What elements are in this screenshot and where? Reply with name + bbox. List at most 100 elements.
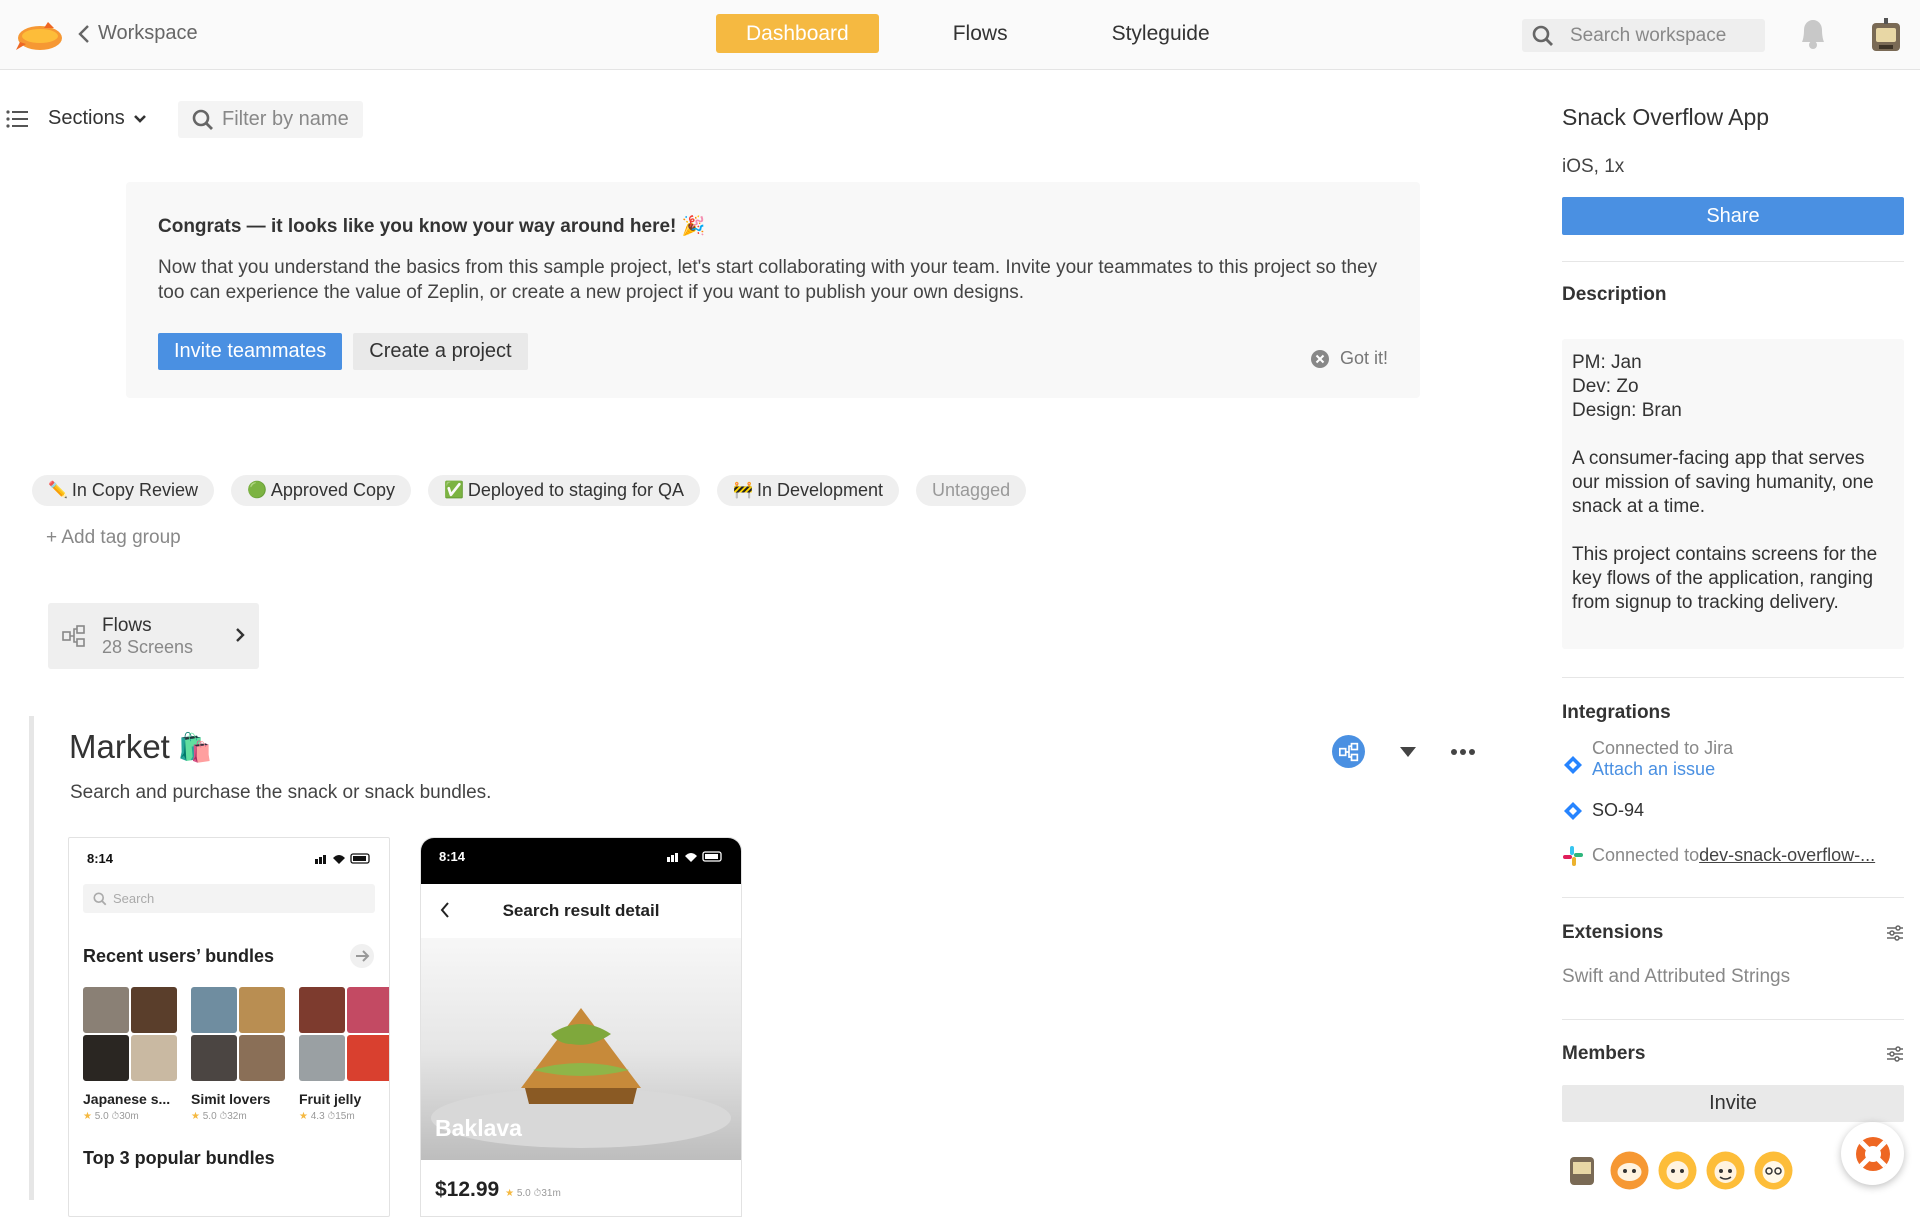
back-to-workspace[interactable]: Workspace <box>78 22 198 45</box>
status-time: 8:14 <box>439 848 466 864</box>
member-avatars <box>1562 1151 1793 1190</box>
flow-diagram-icon <box>1338 742 1358 761</box>
bundle-photo <box>131 987 177 1033</box>
star-icon: ★ <box>191 1111 200 1122</box>
bundle-photo <box>191 987 237 1033</box>
section-indicator-bar <box>29 716 34 1200</box>
tag-label: Approved Copy <box>270 480 395 500</box>
tag-deployed-staging[interactable]: ✅ Deployed to staging for QA <box>427 475 701 506</box>
section-actions <box>1332 735 1475 768</box>
list-icon <box>6 109 28 128</box>
status-time: 8:14 <box>87 850 114 866</box>
back-label: Workspace <box>98 22 198 44</box>
star-icon: ★ <box>299 1111 308 1122</box>
jira-icon <box>1564 756 1582 774</box>
mock-search-field: Search <box>83 884 375 913</box>
integrations-heading: Integrations <box>1562 702 1671 723</box>
invite-members-button[interactable]: Invite <box>1562 1085 1904 1122</box>
bundle-grid: Japanese s... ★ 5.0 ⏱30m Simit lovers ★ … <box>69 987 389 1122</box>
filter-by-name[interactable] <box>178 101 363 138</box>
search-icon <box>192 109 213 130</box>
bundle-photo <box>347 987 389 1033</box>
shopping-bags-icon: 🛍️ <box>177 731 213 763</box>
flows-card-subtitle: 28 Screens <box>102 636 194 657</box>
bundle-name: Simit lovers <box>191 1091 271 1107</box>
food-price: $12.99 ★ 5.0 ⏱31m <box>421 1160 741 1216</box>
screen-thumbnail-market[interactable]: 8:14 Search Recent users’ bundles Japane… <box>68 837 390 1217</box>
help-button[interactable] <box>1841 1122 1904 1185</box>
slack-channel-link[interactable]: dev-snack-overflow-... <box>1699 845 1875 866</box>
filter-input[interactable] <box>222 108 362 131</box>
bundle-photo <box>131 1035 177 1081</box>
congrats-actions: Invite teammates Create a project <box>158 333 528 370</box>
tag-untagged[interactable]: Untagged <box>916 475 1027 506</box>
price-meta: ★ 5.0 ⏱31m <box>505 1188 561 1199</box>
search-icon <box>1532 25 1553 46</box>
tab-flows[interactable]: Flows <box>923 14 1038 53</box>
flows-card[interactable]: Flows 28 Screens <box>48 603 259 669</box>
sections-dropdown[interactable]: Sections <box>6 107 147 130</box>
zeplin-logo[interactable] <box>14 14 66 56</box>
congrats-title: Congrats — it looks like you know your w… <box>158 216 706 237</box>
tag-approved-copy[interactable]: 🟢 Approved Copy <box>230 475 411 506</box>
jira-connected-text: Connected to Jira <box>1592 738 1734 758</box>
create-project-button[interactable]: Create a project <box>353 333 528 370</box>
detail-header-title: Search result detail <box>502 901 660 920</box>
bundle-image-grid <box>191 987 285 1081</box>
bundle-name: Japanese s... <box>83 1091 171 1107</box>
extension-item[interactable]: Swift and Attributed Strings <box>1562 966 1790 988</box>
description-box[interactable]: PM: Jan Dev: Zo Design: Bran A consumer-… <box>1562 339 1904 649</box>
bundle-card: Simit lovers ★ 5.0 ⏱32m <box>191 987 285 1122</box>
member-avatar[interactable] <box>1610 1151 1649 1190</box>
collapse-caret-icon[interactable] <box>1399 746 1417 758</box>
settings-sliders-icon[interactable] <box>1886 1046 1904 1062</box>
divider <box>1562 261 1904 262</box>
bundle-rating: 5.0 <box>202 1111 217 1122</box>
tag-label: Deployed to staging for QA <box>467 480 685 500</box>
member-avatar[interactable] <box>1754 1151 1793 1190</box>
arrow-right-circle-icon <box>350 944 374 968</box>
settings-sliders-icon[interactable] <box>1886 925 1904 941</box>
tab-dashboard[interactable]: Dashboard <box>716 14 879 53</box>
tab-styleguide[interactable]: Styleguide <box>1082 14 1240 53</box>
attach-issue-link[interactable]: Attach an issue <box>1592 759 1733 780</box>
member-avatar[interactable] <box>1658 1151 1697 1190</box>
project-platform: iOS, 1x <box>1562 156 1625 177</box>
workspace-search-input[interactable] <box>1570 24 1760 47</box>
more-options-icon[interactable] <box>1451 748 1475 756</box>
modal-strip <box>421 874 741 884</box>
status-bar: 8:14 <box>421 838 741 874</box>
tag-in-copy-review[interactable]: ✏️ In Copy Review <box>32 475 214 506</box>
notifications-bell-icon[interactable] <box>1796 16 1830 52</box>
add-tag-group-button[interactable]: + Add tag group <box>46 527 181 549</box>
user-avatar[interactable] <box>1870 17 1902 53</box>
screen-thumbnail-detail[interactable]: 8:14 Search result detail Baklava $12.99… <box>420 837 742 1217</box>
bundle-photo <box>239 987 285 1033</box>
member-avatar[interactable] <box>1562 1151 1601 1190</box>
project-title: Snack Overflow App <box>1562 104 1770 130</box>
bundle-meta: ★ 5.0 ⏱32m <box>191 1111 247 1122</box>
bundle-photo <box>239 1035 285 1081</box>
star-icon: ★ <box>83 1111 92 1122</box>
slack-prefix: Connected to <box>1592 845 1700 865</box>
chevron-left-icon <box>78 24 89 43</box>
invite-teammates-button[interactable]: Invite teammates <box>158 333 343 370</box>
tag-in-development[interactable]: 🚧 In Development <box>717 475 900 506</box>
slack-icon <box>1563 846 1583 866</box>
jira-integration: Connected to Jira Attach an issue <box>1562 738 1733 780</box>
jira-issue-row[interactable]: SO-94 <box>1562 800 1644 822</box>
bundle-rating: 5.0 <box>94 1111 109 1122</box>
share-button[interactable]: Share <box>1562 197 1904 235</box>
divider <box>1562 1019 1904 1020</box>
section-flow-button[interactable] <box>1332 735 1365 768</box>
workspace-search[interactable] <box>1522 19 1765 52</box>
member-avatar[interactable] <box>1706 1151 1745 1190</box>
chevron-right-icon <box>236 628 245 642</box>
slack-integration: Connected to dev-snack-overflow-... <box>1562 845 1875 867</box>
bundle-name: Fruit jelly <box>299 1091 362 1107</box>
bundle-rating: 4.3 <box>310 1111 325 1122</box>
got-it-button[interactable]: Got it! <box>1310 348 1388 369</box>
jira-icon <box>1564 802 1582 820</box>
section-description: Search and purchase the snack or snack b… <box>70 782 492 803</box>
bundle-photo <box>347 1035 389 1081</box>
